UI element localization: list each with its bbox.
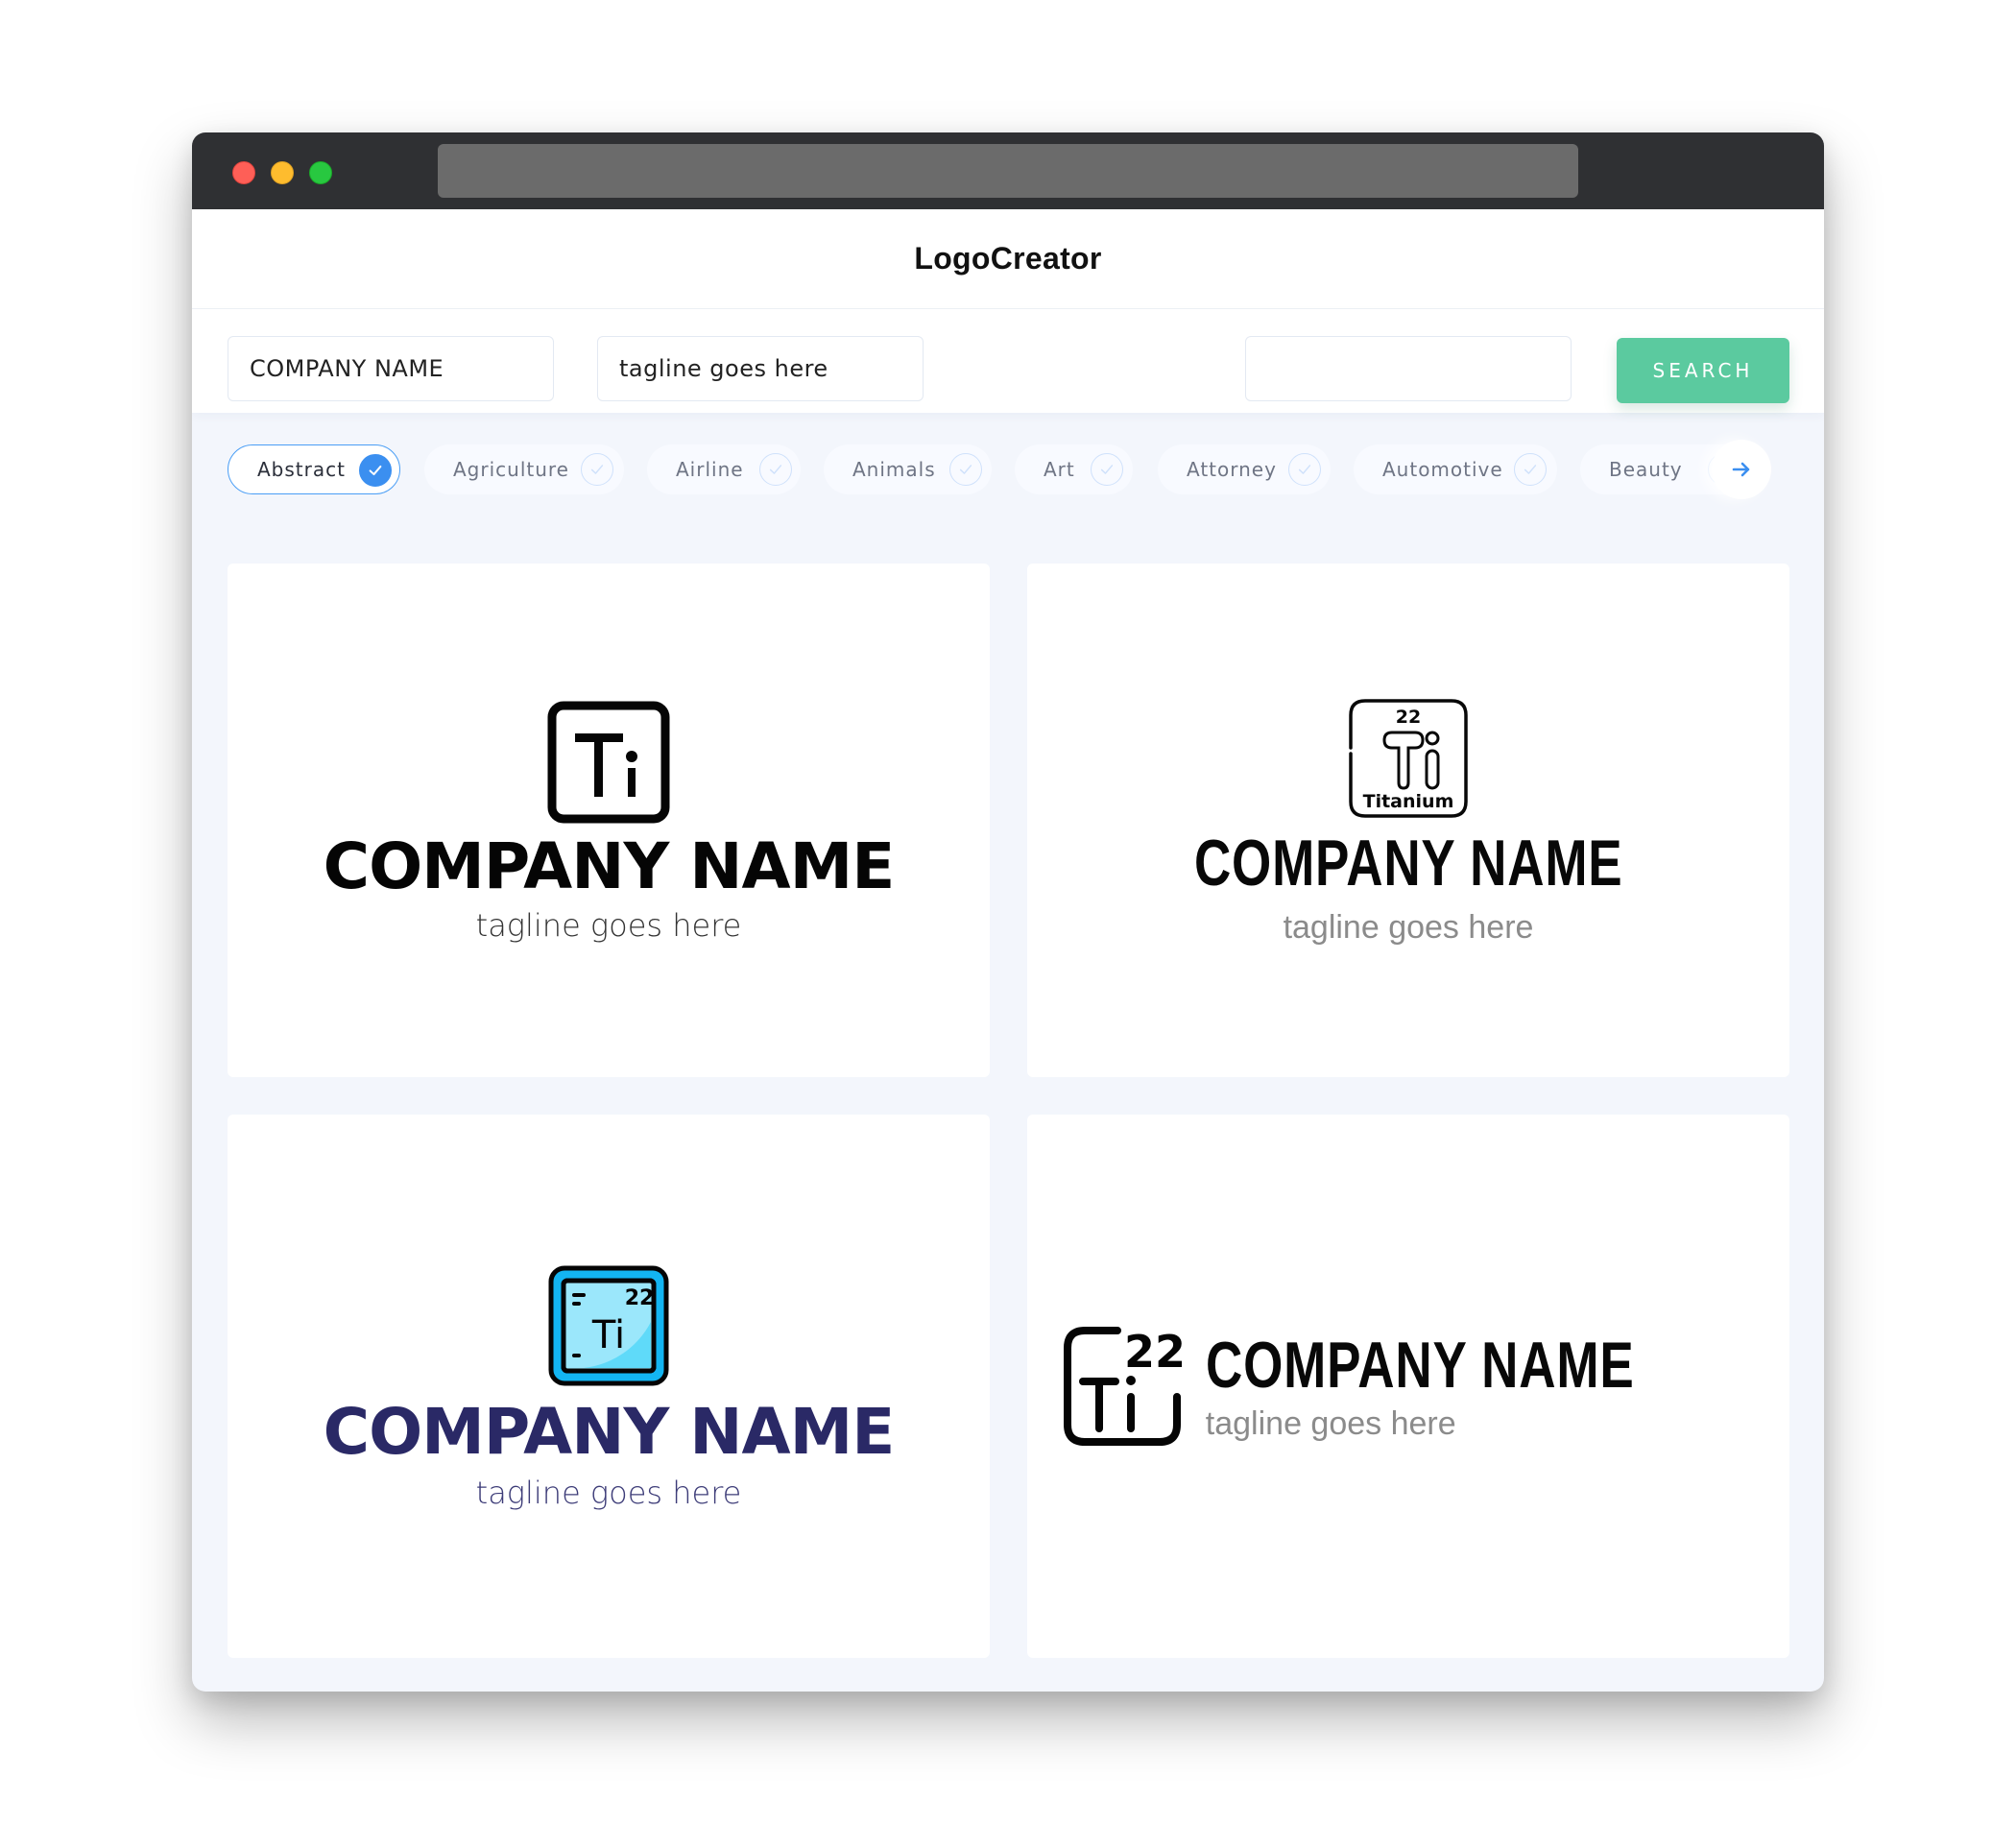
close-window-button[interactable] (232, 161, 255, 184)
check-icon (949, 453, 982, 486)
keyword-input[interactable] (1245, 336, 1572, 401)
browser-window: LogoCreator SEARCH Abstract Agriculture … (192, 132, 1824, 1692)
maximize-window-button[interactable] (309, 161, 332, 184)
category-filter-bar: Abstract Agriculture Airline Animals Art (192, 435, 1824, 521)
element-name: Titanium (1363, 791, 1454, 812)
logo-preview: 22 Ti COMPANY NAME tagline goes here (324, 1264, 895, 1508)
tagline-text: tagline goes here (1205, 1405, 1456, 1442)
app-header: LogoCreator (192, 209, 1824, 309)
tagline-input[interactable] (597, 336, 924, 401)
category-chip-automotive[interactable]: Automotive (1354, 444, 1557, 494)
atomic-number: 22 (1396, 707, 1421, 728)
category-label: Attorney (1187, 458, 1277, 481)
search-button[interactable]: SEARCH (1617, 338, 1789, 403)
company-name-text: COMPANY NAME (323, 1395, 896, 1469)
category-label: Abstract (257, 458, 346, 481)
element-symbol: Ti (591, 1313, 625, 1357)
category-chip-abstract[interactable]: Abstract (228, 444, 400, 494)
check-icon (359, 454, 392, 487)
category-chip-animals[interactable]: Animals (824, 444, 992, 494)
arrow-right-icon (1732, 462, 1750, 477)
logo-card[interactable]: 22 COMPANY NAME tagline goes here (1027, 1115, 1789, 1658)
check-icon (581, 453, 613, 486)
titanium-element-square-icon (547, 701, 670, 823)
company-name-text: COMPANY NAME (323, 828, 896, 903)
category-label: Art (1044, 458, 1075, 481)
app-title: LogoCreator (914, 241, 1102, 276)
atomic-number: 22 (1124, 1326, 1186, 1378)
check-icon (1514, 453, 1547, 486)
category-chip-art[interactable]: Art (1015, 444, 1133, 494)
logo-preview: 22 COMPANY NAME tagline goes here (1062, 1325, 1755, 1448)
check-icon (1288, 453, 1321, 486)
logo-preview: 22 Titanium COMPANY NAME tagline goes he… (1134, 698, 1683, 944)
title-bar (192, 132, 1824, 209)
category-label: Airline (676, 458, 744, 481)
category-chip-agriculture[interactable]: Agriculture (424, 444, 624, 494)
check-icon (759, 453, 792, 486)
titanium-element-blue-tile-icon: 22 Ti (548, 1265, 669, 1386)
company-name-text: COMPANY NAME (1193, 826, 1623, 900)
category-chip-airline[interactable]: Airline (647, 444, 801, 494)
category-label: Beauty (1609, 458, 1683, 481)
logo-preview: COMPANY NAME tagline goes here (324, 701, 895, 941)
titanium-element-outline-icon: 22 Titanium (1349, 698, 1468, 818)
atomic-number: 22 (625, 1286, 655, 1310)
category-chip-attorney[interactable]: Attorney (1158, 444, 1331, 494)
logo-card[interactable]: COMPANY NAME tagline goes here (228, 564, 990, 1077)
logo-card[interactable]: 22 Titanium COMPANY NAME tagline goes he… (1027, 564, 1789, 1077)
search-bar: SEARCH (192, 309, 1824, 413)
tagline-text: tagline goes here (475, 1475, 742, 1511)
address-bar[interactable] (438, 144, 1578, 198)
company-name-text: COMPANY NAME (1205, 1329, 1635, 1402)
logo-card[interactable]: 22 Ti COMPANY NAME tagline goes here (228, 1115, 990, 1658)
company-name-input[interactable] (228, 336, 554, 401)
tagline-text: tagline goes here (475, 906, 742, 944)
check-icon (1091, 453, 1123, 486)
next-categories-button[interactable] (1712, 440, 1771, 499)
category-label: Automotive (1382, 458, 1503, 481)
tagline-text: tagline goes here (1283, 908, 1534, 946)
category-label: Agriculture (453, 458, 569, 481)
titanium-element-bracket-icon: 22 (1063, 1326, 1186, 1446)
category-label: Animals (852, 458, 936, 481)
minimize-window-button[interactable] (271, 161, 294, 184)
